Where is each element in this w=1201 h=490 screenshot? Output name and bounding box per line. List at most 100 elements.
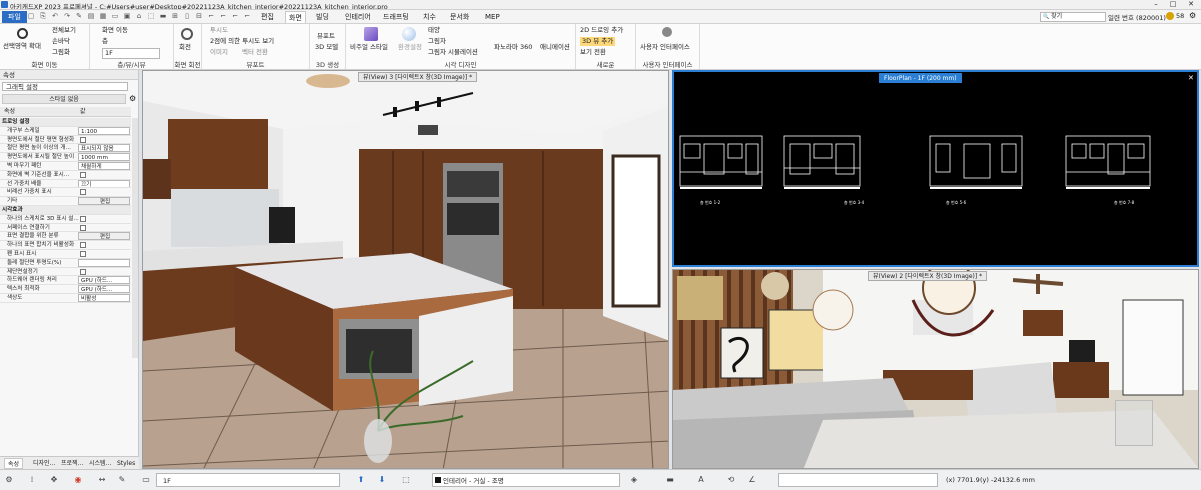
panel-tab[interactable]: 프로젝... [58, 458, 86, 469]
shadow-simulation-button[interactable]: 그림자 시뮬레이션 [428, 48, 478, 57]
link-icon[interactable]: ∠ [746, 474, 758, 486]
record-icon[interactable]: ◉ [72, 474, 84, 486]
floor-select[interactable]: 1F [102, 48, 160, 59]
user-avatar[interactable] [1166, 12, 1174, 20]
quick-access-icon[interactable]: ✎ [74, 11, 84, 22]
quick-access-icon[interactable]: ⌐ [206, 11, 216, 22]
quick-access-icon[interactable]: ▣ [122, 11, 132, 22]
panel-tab[interactable]: 시스템... [86, 458, 114, 469]
dimension-icon[interactable]: ⟲ [725, 474, 737, 486]
quick-access-icon[interactable]: ⎘ [38, 11, 48, 22]
view-3-title[interactable]: 뷰(View) 3 [다이렉트X 창(3D Image)] * [358, 72, 478, 82]
quick-access-icon[interactable]: ⌐ [218, 11, 228, 22]
panel-tab[interactable]: 속성 [4, 458, 24, 469]
search-input[interactable]: 🔍 찾기 [1040, 12, 1106, 22]
quick-access-icon[interactable]: ⊟ [194, 11, 204, 22]
quick-access-icon[interactable]: ⌐ [242, 11, 252, 22]
add-3d-view-button[interactable]: 3D 뷰 추가 [580, 37, 616, 46]
quick-access-icon[interactable]: ↶ [50, 11, 60, 22]
view-2-viewport[interactable]: 뷰(View) 2 [다이렉트X 창(3D Image)] * [672, 269, 1199, 469]
menu-documentation[interactable]: 문서화 [447, 11, 472, 23]
zoom-selection-button[interactable]: 선택영역 확대 [3, 42, 41, 51]
layer-tool-icon[interactable]: ↔ [96, 474, 108, 486]
3d-model-button[interactable]: 3D 모델 [315, 43, 338, 52]
navigation-cube[interactable] [1115, 400, 1153, 446]
menu-interior[interactable]: 인테리어 [342, 11, 374, 23]
environment-icon[interactable] [402, 27, 416, 41]
menu-edit[interactable]: 편집 [258, 11, 277, 23]
environment-button[interactable]: 환경설정 [398, 43, 422, 52]
arrow-up-icon[interactable]: ⬆ [355, 474, 367, 486]
view-move-button[interactable]: 화면 이동 [102, 26, 128, 35]
sun-button[interactable]: 태양 [428, 26, 440, 35]
menu-dimension[interactable]: 치수 [420, 11, 439, 23]
image-button[interactable]: 이미지 [210, 48, 228, 57]
property-value[interactable]: GPU (하드... [78, 276, 130, 285]
property-checkbox[interactable] [80, 251, 86, 257]
property-value[interactable]: 1000 mm [78, 153, 130, 162]
animation-button[interactable]: 애니메이션 [540, 43, 570, 52]
close-view-icon[interactable]: ✕ [1188, 74, 1194, 82]
settings-icon[interactable]: ⚙ [129, 94, 136, 103]
property-value[interactable]: 표시되지 않음 [78, 144, 130, 153]
grid-snap-icon[interactable]: ⁞ [26, 474, 38, 486]
menu-drafting[interactable]: 드래프팅 [380, 11, 412, 23]
serial-label[interactable]: 일련 번호 (820001) [1108, 12, 1166, 22]
zoom-icon[interactable] [17, 28, 28, 39]
quick-access-icon[interactable]: ▢ [26, 11, 36, 22]
pencil-icon[interactable]: ✎ [116, 474, 128, 486]
gear-icon[interactable]: ⚙ [1189, 11, 1196, 20]
property-value[interactable]: 1:100 [78, 126, 130, 135]
quick-access-icon[interactable]: ⊞ [170, 11, 180, 22]
floor-icon[interactable]: ▭ [140, 474, 152, 486]
command-input[interactable] [778, 473, 938, 487]
users-icon[interactable] [662, 27, 672, 37]
quick-access-icon[interactable]: ▭ [110, 11, 120, 22]
quick-access-icon[interactable]: ▤ [86, 11, 96, 22]
menu-mep[interactable]: MEP [482, 11, 503, 23]
shadow-button[interactable]: 그림자 [428, 37, 446, 46]
property-edit-button[interactable]: 편집 [78, 232, 130, 241]
quick-access-icon[interactable]: ⌐ [230, 11, 240, 22]
property-checkbox[interactable] [80, 242, 86, 249]
floor-button[interactable]: 층 [102, 37, 108, 46]
add-2d-drawing-button[interactable]: 2D 드로잉 추가 [580, 26, 623, 35]
panorama-button[interactable]: 파노라마 360 [494, 43, 532, 52]
floorplan-title[interactable]: FloorPlan - 1F (200 mm) [879, 73, 962, 83]
property-edit-button[interactable]: 편집 [78, 197, 130, 206]
property-checkbox[interactable] [80, 189, 86, 196]
property-checkbox[interactable] [80, 224, 86, 231]
property-checkbox[interactable] [80, 171, 86, 178]
quick-access-icon[interactable]: ↷ [62, 11, 72, 22]
vector-switch-button[interactable]: 벡터 전환 [242, 48, 268, 57]
cube-icon[interactable]: ◈ [628, 474, 640, 486]
property-value[interactable] [78, 258, 130, 267]
viewport-button[interactable]: 뷰포트 [317, 32, 335, 41]
minimize-button[interactable]: – [1148, 0, 1164, 9]
floor-select-status[interactable]: 1F [156, 473, 340, 487]
property-checkbox[interactable] [80, 215, 86, 222]
property-checkbox[interactable] [80, 136, 86, 143]
panel-tab[interactable]: 디자인... [30, 458, 58, 469]
menu-view[interactable]: 화면 [285, 11, 306, 23]
quick-access-icon[interactable]: ▯ [182, 11, 192, 22]
user-interface-button[interactable]: 사용자 인터페이스 [640, 43, 690, 52]
arrow-down-icon[interactable]: ⬇ [376, 474, 388, 486]
style-select[interactable]: 스타일 없음 [2, 94, 126, 104]
settings-gear-icon[interactable]: ⚙ [3, 474, 15, 486]
rotate-icon[interactable] [181, 28, 193, 40]
menu-building[interactable]: 빌딩 [313, 11, 332, 23]
property-value[interactable]: 비활성 [78, 294, 130, 302]
pen-icon[interactable]: A [695, 474, 707, 486]
property-value[interactable]: GPU (하드... [78, 285, 130, 294]
quick-access-icon[interactable]: ⬚ [146, 11, 156, 22]
view-2-title[interactable]: 뷰(View) 2 [다이렉트X 창(3D Image)] * [868, 271, 988, 281]
graphics-filter-select[interactable]: 그래픽 설정 [2, 82, 128, 91]
perspective-button[interactable]: 투시도 [210, 26, 228, 35]
visual-style-button[interactable]: 비주얼 스타일 [350, 43, 388, 52]
maximize-button[interactable]: □ [1165, 0, 1181, 9]
panel-tab[interactable]: Styles [114, 458, 138, 469]
visual-style-icon[interactable] [364, 27, 378, 41]
property-checkbox[interactable] [80, 268, 86, 275]
property-value[interactable]: 채월하게 [78, 162, 130, 170]
